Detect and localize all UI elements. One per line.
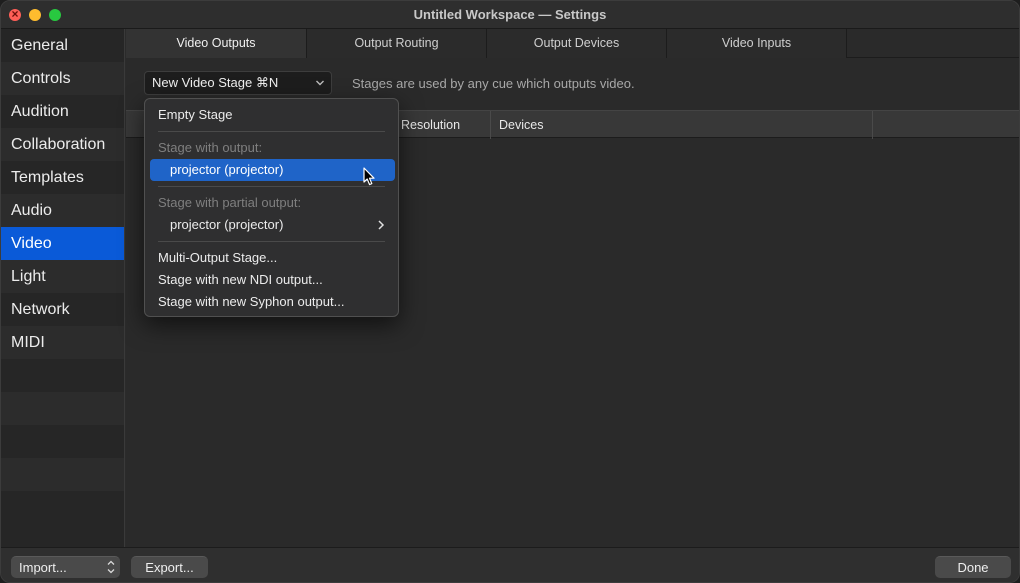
sidebar-item-controls[interactable]: Controls	[1, 62, 124, 95]
sidebar-item-light[interactable]: Light	[1, 260, 124, 293]
sidebar-item-collaboration[interactable]: Collaboration	[1, 128, 124, 161]
export-button[interactable]: Export...	[131, 556, 208, 578]
settings-sidebar: General Controls Audition Collaboration …	[1, 29, 125, 547]
sidebar-item-midi[interactable]: MIDI	[1, 326, 124, 359]
menu-section-stage-with-output: Stage with output:	[158, 140, 263, 155]
menu-section-partial-output: Stage with partial output:	[158, 195, 302, 210]
sidebar-item-video[interactable]: Video	[1, 227, 124, 260]
menu-item-multi-output-stage[interactable]: Multi-Output Stage...	[150, 247, 395, 269]
sidebar-empty-row	[1, 425, 124, 458]
chevron-right-icon	[377, 214, 385, 242]
menu-item-ndi-output[interactable]: Stage with new NDI output...	[150, 269, 395, 291]
new-stage-menu: Empty Stage Stage with output: projector…	[144, 98, 399, 317]
menu-item-partial-projector-label: projector (projector)	[170, 217, 284, 232]
tab-output-devices[interactable]: Output Devices	[487, 29, 667, 58]
stages-hint-text: Stages are used by any cue which outputs…	[352, 76, 635, 91]
mouse-pointer-icon	[362, 167, 378, 189]
menu-separator	[158, 186, 385, 187]
menu-item-partial-projector[interactable]: projector (projector)	[150, 214, 395, 236]
menu-item-syphon-output[interactable]: Stage with new Syphon output...	[150, 291, 395, 313]
sidebar-empty-row	[1, 392, 124, 425]
new-video-stage-dropdown[interactable]: New Video Stage ⌘N	[144, 71, 332, 95]
import-button[interactable]: Import...	[11, 556, 120, 578]
menu-separator	[158, 241, 385, 242]
tab-video-inputs[interactable]: Video Inputs	[667, 29, 847, 58]
menu-separator	[158, 131, 385, 132]
tab-video-outputs[interactable]: Video Outputs	[126, 29, 307, 58]
sidebar-item-general[interactable]: General	[1, 29, 124, 62]
updown-chevron-icon	[106, 556, 116, 580]
tab-bar: Video Outputs Output Routing Output Devi…	[126, 29, 1019, 58]
import-label: Import...	[19, 560, 67, 575]
window-title: Untitled Workspace — Settings	[413, 7, 607, 22]
sidebar-empty-row	[1, 458, 124, 491]
menu-item-empty-stage[interactable]: Empty Stage	[150, 104, 395, 126]
settings-window: Untitled Workspace — Settings General Co…	[0, 0, 1020, 583]
title-bar: Untitled Workspace — Settings	[1, 1, 1019, 29]
column-header-devices[interactable]: Devices	[490, 111, 872, 139]
sidebar-empty-row	[1, 491, 124, 524]
done-button[interactable]: Done	[935, 556, 1011, 578]
tab-output-routing[interactable]: Output Routing	[307, 29, 487, 58]
new-video-stage-label: New Video Stage ⌘N	[152, 75, 279, 90]
sidebar-item-audio[interactable]: Audio	[1, 194, 124, 227]
menu-item-output-projector[interactable]: projector (projector)	[150, 159, 395, 181]
column-header-resolution[interactable]: Resolution	[392, 111, 490, 139]
sidebar-item-audition[interactable]: Audition	[1, 95, 124, 128]
bottom-bar: Import... Export... Done	[1, 547, 1019, 582]
sidebar-item-network[interactable]: Network	[1, 293, 124, 326]
sidebar-item-templates[interactable]: Templates	[1, 161, 124, 194]
column-header-empty	[872, 111, 1019, 139]
sidebar-empty-row	[1, 359, 124, 392]
